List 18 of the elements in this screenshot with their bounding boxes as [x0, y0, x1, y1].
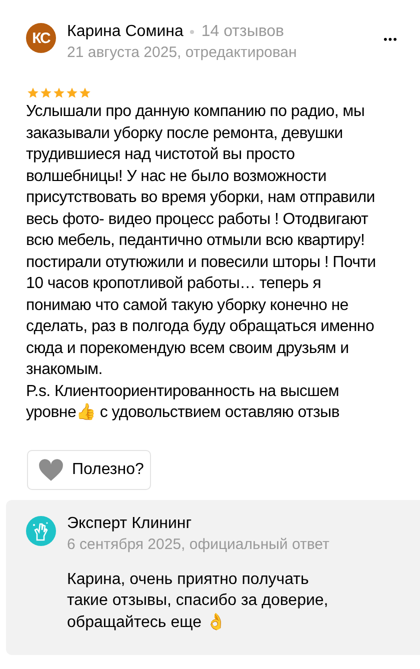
more-button[interactable]: •••: [383, 34, 398, 46]
star-icon: [79, 87, 91, 99]
star-icon: [27, 87, 39, 99]
company-logo-icon: [26, 516, 56, 546]
star-icon: [40, 87, 52, 99]
reviews-count: 14 отзывов: [201, 23, 284, 41]
star-icon: [53, 87, 65, 99]
avatar: КС: [26, 23, 56, 53]
heart-icon: [38, 458, 64, 482]
star-icon: [66, 87, 78, 99]
reply-date: 6 сентября 2025, официальный ответ: [67, 534, 330, 554]
reply-text: Карина, очень приятно получать такие отзывы, спасибо за доверие, обращайтесь еще 👌: [67, 570, 330, 632]
review-date: 21 августа 2025, отредактирован: [67, 43, 298, 63]
company-name[interactable]: Эксперт Клининг: [67, 514, 400, 534]
helpful-button[interactable]: Полезно?: [27, 450, 151, 490]
author-name[interactable]: Карина Сомина: [67, 22, 184, 42]
separator-dot-icon: [190, 30, 194, 34]
review-text: Услышали про данную компанию по радио, мы заказывали уборку после ремонта, девушки трудившиеся над чистотой вы просто волшебницы! У нас не было возможности присутствовать во время уборки, нам отправили весь фото- видео процесс работы ! Отодвигают всю мебель, педантично отмыли всю квартиру! постирали отутюжили и повесили шторы ! Почти 10 часов кропотливой работы… теперь я понимаю что самой такую уборку конечно не сделать, раз в полгода буду обращаться именно сюда и порекомендую всем своим друзьям и знакомым. P.s. Клиентоориентированность на высшем уровне👍 с удовольствием оставляю отзыв: [26, 102, 377, 423]
